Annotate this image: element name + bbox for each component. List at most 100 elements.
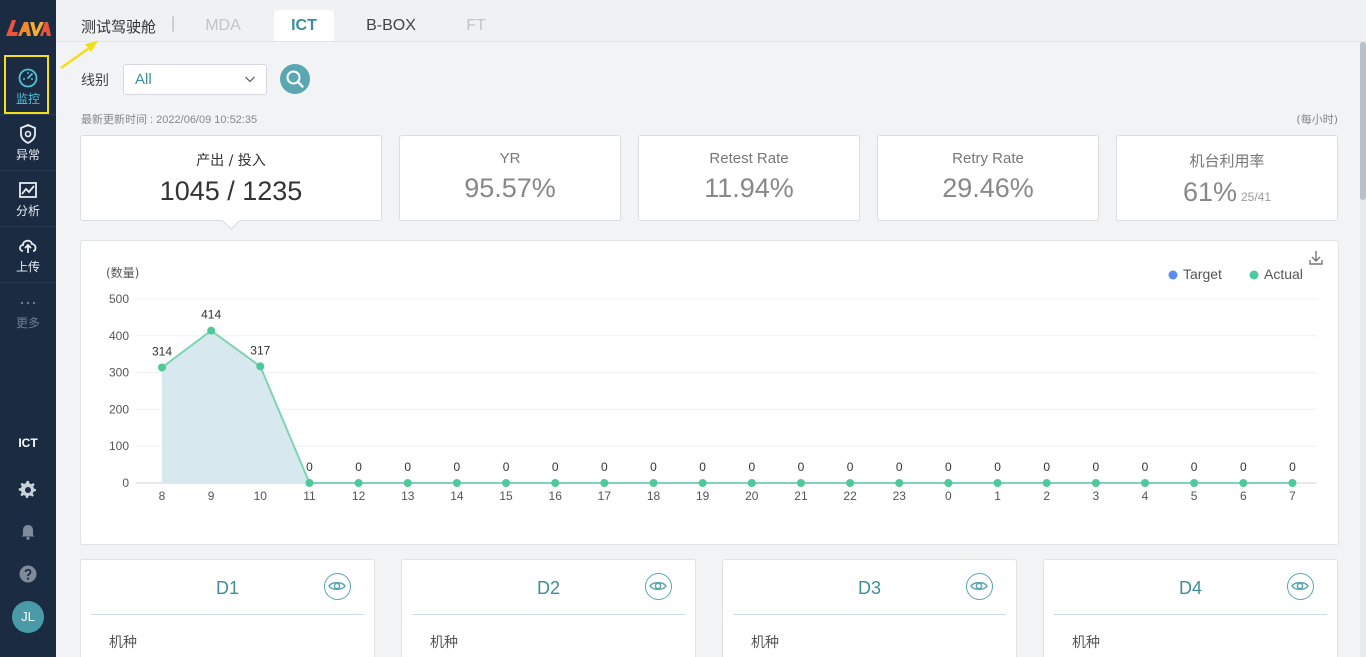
data-label: 0 — [1142, 460, 1149, 474]
search-button[interactable] — [280, 64, 310, 94]
kpi-card-yr[interactable]: YR 95.57% — [399, 135, 621, 221]
bell-icon[interactable] — [18, 521, 38, 541]
kpi-label: 产出 / 投入 — [196, 153, 266, 169]
nav-divider — [0, 226, 56, 227]
lava-logo[interactable] — [4, 14, 52, 40]
x-tick-label: 3 — [1093, 489, 1100, 503]
view-button[interactable] — [966, 573, 993, 600]
data-label: 414 — [201, 308, 221, 322]
nav-monitor-label: 监控 — [15, 92, 40, 106]
kpi-card-retest[interactable]: Retest Rate 11.94% — [638, 135, 860, 221]
x-tick-label: 11 — [303, 489, 316, 503]
actual-data-point — [1141, 479, 1149, 487]
y-tick-label: 500 — [109, 292, 129, 306]
kpi-label: Retest Rate — [709, 150, 789, 167]
dept-field-label: 机种 — [430, 635, 458, 651]
actual-data-point — [403, 479, 412, 487]
x-tick-label: 1 — [994, 489, 1001, 503]
data-label: 0 — [847, 460, 854, 474]
kpi-value: 29.46% — [942, 173, 1034, 203]
actual-data-point — [502, 479, 511, 487]
kpi-value: 95.57% — [464, 173, 556, 203]
tab-ict[interactable]: ICT — [274, 10, 334, 41]
nav-exception[interactable]: 异常 — [0, 116, 56, 168]
data-label: 0 — [1240, 460, 1247, 474]
data-label: 0 — [1043, 460, 1050, 474]
question-icon[interactable] — [18, 564, 38, 584]
kpi-label: YR — [499, 150, 521, 167]
nav-more[interactable]: 更多 — [0, 284, 56, 336]
data-label: 0 — [503, 460, 510, 474]
legend-target-marker — [1168, 270, 1178, 280]
actual-data-point — [354, 479, 363, 487]
x-tick-label: 22 — [843, 489, 857, 503]
line-chart-icon — [19, 182, 37, 198]
actual-data-point — [993, 479, 1002, 487]
kpi-value: 1045 / 1235 — [159, 176, 303, 206]
actual-data-point — [747, 479, 756, 487]
data-label: 317 — [250, 343, 270, 357]
x-tick-label: 18 — [647, 489, 661, 503]
data-label: 314 — [152, 344, 172, 358]
x-tick-label: 7 — [1289, 489, 1296, 503]
tab-bbox[interactable]: B-BOX — [356, 10, 426, 41]
x-tick-label: 12 — [352, 489, 366, 503]
x-tick-label: 15 — [499, 489, 513, 503]
x-tick-label: 16 — [549, 489, 563, 503]
data-label: 0 — [1191, 460, 1198, 474]
nav-monitor[interactable]: 监控 — [0, 60, 56, 112]
data-label: 0 — [945, 460, 952, 474]
view-button[interactable] — [324, 573, 351, 600]
gear-icon[interactable] — [18, 480, 38, 500]
eye-icon — [328, 581, 346, 591]
tab-mda[interactable]: MDA — [190, 10, 256, 41]
data-label: 0 — [404, 460, 411, 474]
view-button[interactable] — [645, 573, 672, 600]
hourly-output-chart: (数量) 0 100 200 300 400 500 8 9 10 11 12 13 14 15 16 17 18… — [80, 240, 1339, 545]
x-tick-label: 8 — [159, 489, 166, 503]
actual-data-point — [256, 362, 265, 371]
data-label: 0 — [1093, 460, 1100, 474]
dept-field-label: 机种 — [1072, 635, 1100, 651]
actual-area-fill — [162, 330, 310, 483]
chart-canvas: (数量)01002003004005008 9 10 11 12 13 14 15 16 17 18… — [106, 251, 1323, 503]
nav-exception-label: 异常 — [15, 148, 40, 162]
kpi-sub-value: 25/41 — [1241, 190, 1272, 204]
x-tick-label: 13 — [401, 489, 415, 503]
y-tick-label: 100 — [109, 439, 129, 453]
eye-icon — [1291, 581, 1309, 591]
nav-upload[interactable]: 上传 — [0, 228, 56, 280]
avatar[interactable]: JL — [12, 601, 44, 633]
nav-analysis-label: 分析 — [15, 204, 40, 218]
actual-data-point — [796, 479, 805, 487]
scrollbar-thumb[interactable] — [1360, 42, 1366, 200]
kpi-card-retry[interactable]: Retry Rate 29.46% — [877, 135, 1099, 221]
actual-data-point — [452, 479, 461, 487]
nav-analysis[interactable]: 分析 — [0, 172, 56, 224]
data-label: 0 — [1289, 460, 1296, 474]
divider — [412, 614, 685, 615]
dept-card-d1: D1 机种 — [80, 559, 375, 657]
actual-data-point — [944, 479, 953, 487]
actual-data-point — [158, 363, 166, 372]
x-tick-label: 4 — [1142, 489, 1149, 503]
actual-data-point — [600, 479, 609, 487]
line-select-value: All — [135, 71, 152, 88]
legend-actual-label: Actual — [1264, 266, 1303, 282]
kpi-card-utilization[interactable]: 机台利用率 61% 25/41 — [1116, 135, 1338, 221]
x-tick-label: 6 — [1240, 489, 1247, 503]
kpi-card-output[interactable]: 产出 / 投入 1045 / 1235 — [80, 135, 382, 221]
actual-data-point — [895, 479, 904, 487]
view-button[interactable] — [1287, 573, 1314, 600]
nav-more-label: 更多 — [15, 316, 40, 330]
search-icon — [286, 70, 304, 88]
actual-data-point — [1042, 479, 1051, 487]
shield-alert-icon — [20, 124, 36, 145]
x-tick-label: 2 — [1043, 489, 1050, 503]
data-label: 0 — [601, 460, 608, 474]
x-tick-label: 10 — [254, 489, 268, 503]
download-icon[interactable] — [1309, 251, 1323, 265]
line-select[interactable]: All — [123, 64, 267, 95]
divider — [1054, 614, 1327, 615]
tab-ft[interactable]: FT — [452, 10, 500, 41]
